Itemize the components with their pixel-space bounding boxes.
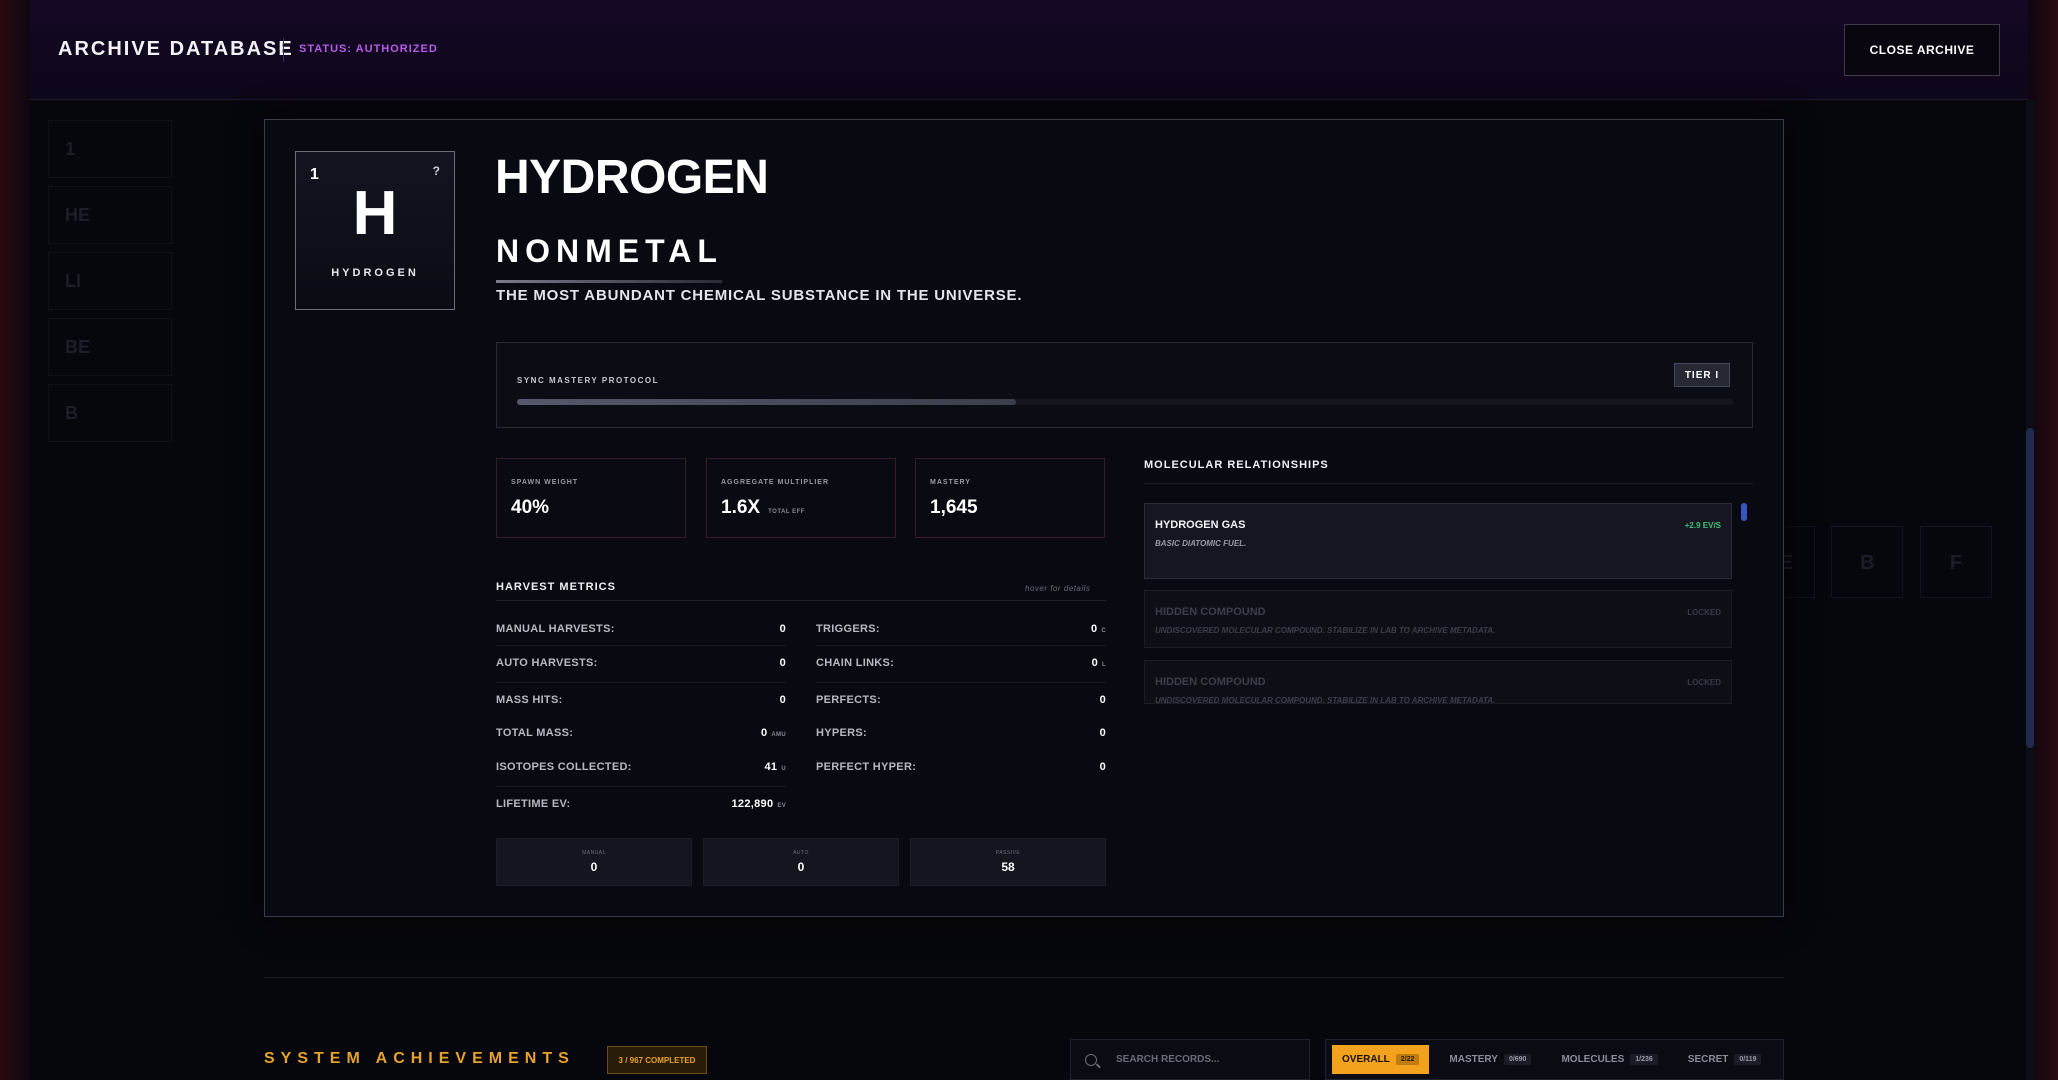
- stat-label: SPAWN WEIGHT: [511, 479, 579, 486]
- molecule-description: BASIC DIATOMIC FUEL.: [1155, 539, 1247, 548]
- background-cell: B: [1831, 526, 1904, 598]
- background-item: HE: [48, 186, 172, 244]
- sync-label: SYNC MASTERY PROTOCOL: [517, 376, 660, 385]
- metric-triggers[interactable]: TRIGGERS: 0 C: [816, 623, 1106, 643]
- tier-badge: TIER I: [1674, 363, 1730, 387]
- metric-mass-hits[interactable]: MASS HITS: 0: [496, 694, 786, 714]
- element-name: HYDROGEN: [495, 151, 769, 204]
- stat-value: 40%: [511, 497, 550, 518]
- mini-label: MANUAL: [582, 850, 606, 856]
- metric-divider: [496, 786, 786, 787]
- mini-value: 0: [590, 860, 598, 874]
- close-archive-button[interactable]: CLOSE ARCHIVE: [1844, 24, 2000, 76]
- molecule-name: HYDROGEN GAS: [1155, 519, 1246, 531]
- section-divider: [264, 977, 1784, 978]
- molecule-card-locked[interactable]: HIDDEN COMPOUND UNDISCOVERED MOLECULAR C…: [1144, 660, 1732, 704]
- harvest-breakdown-manual: MANUAL 0: [496, 838, 692, 886]
- stat-card-mastery: MASTERY 1,645: [915, 458, 1105, 538]
- sync-progress-bar: [517, 399, 1733, 405]
- achievements-title: SYSTEM ACHIEVEMENTS: [264, 1050, 575, 1067]
- achievements-completed-badge: 3 / 967 COMPLETED: [607, 1046, 707, 1074]
- background-element-list: 1 HE LI BE B: [48, 120, 172, 450]
- harvest-breakdown-auto: AUTO 0: [703, 838, 899, 886]
- background-item: BE: [48, 318, 172, 376]
- search-icon: [1085, 1054, 1097, 1066]
- tab-count: 2/22: [1395, 1054, 1420, 1065]
- element-symbol: H: [352, 179, 398, 248]
- molecule-card-hydrogen-gas[interactable]: HYDROGEN GAS BASIC DIATOMIC FUEL. +2.9 E…: [1144, 503, 1732, 579]
- metric-hypers[interactable]: HYPERS: 0: [816, 727, 1106, 747]
- section-divider: [496, 600, 1106, 601]
- harvest-breakdown-passive: PASSIVE 58: [910, 838, 1106, 886]
- stat-value: 1.6X TOTAL EFF: [721, 497, 805, 518]
- mini-value: 0: [797, 860, 805, 874]
- hover-hint: hover for details: [1025, 584, 1091, 593]
- metric-chain-links[interactable]: CHAIN LINKS: 0 L: [816, 657, 1106, 677]
- molecule-name: HIDDEN COMPOUND: [1155, 606, 1266, 618]
- stat-value: 1,645: [930, 497, 978, 518]
- achievement-tabs: OVERALL 2/22 MASTERY 0/690 MOLECULES 1/236 …: [1325, 1039, 1784, 1080]
- sync-progress-fill: [517, 399, 1016, 405]
- stat-card-spawn-weight: SPAWN WEIGHT 40%: [496, 458, 686, 538]
- search-records-box[interactable]: [1070, 1039, 1310, 1080]
- background-item: 1: [48, 120, 172, 178]
- stat-label: AGGREGATE MULTIPLIER: [721, 479, 830, 486]
- molecule-card-locked[interactable]: HIDDEN COMPOUND UNDISCOVERED MOLECULAR C…: [1144, 590, 1732, 648]
- stat-label: MASTERY: [930, 479, 971, 486]
- tab-count: 0/119: [1734, 1054, 1762, 1065]
- section-divider: [1144, 483, 1753, 484]
- metric-perfect-hyper[interactable]: PERFECT HYPER: 0: [816, 761, 1106, 781]
- app-title: ARCHIVE DATABASE: [58, 38, 294, 60]
- metric-divider: [496, 645, 786, 646]
- tab-mastery[interactable]: MASTERY 0/690: [1439, 1045, 1541, 1074]
- page-scrollbar-thumb[interactable]: [2026, 428, 2034, 748]
- metric-manual-harvests[interactable]: MANUAL HARVESTS: 0: [496, 623, 786, 643]
- molecular-relationships-title: MOLECULAR RELATIONSHIPS: [1144, 459, 1329, 471]
- element-detail-panel: 1 ? H HYDROGEN HYDROGEN NONMETAL THE MOS…: [264, 119, 1784, 917]
- info-badge: ?: [432, 164, 440, 178]
- background-cell: F: [1919, 526, 1992, 598]
- molecule-description: UNDISCOVERED MOLECULAR COMPOUND. STABILI…: [1155, 626, 1496, 635]
- molecule-description: UNDISCOVERED MOLECULAR COMPOUND. STABILI…: [1155, 696, 1496, 704]
- metric-divider: [816, 682, 1106, 683]
- tab-count: 0/690: [1503, 1054, 1532, 1065]
- metric-perfects[interactable]: PERFECTS: 0: [816, 694, 1106, 714]
- stat-card-aggregate-multiplier: AGGREGATE MULTIPLIER 1.6X TOTAL EFF: [706, 458, 896, 538]
- category-underline: [496, 280, 722, 283]
- molecule-rate: +2.9 EV/S: [1684, 521, 1721, 530]
- sync-mastery-panel: SYNC MASTERY PROTOCOL TIER I: [496, 342, 1753, 428]
- metric-lifetime-ev[interactable]: LIFETIME EV: 122,890 EV: [496, 798, 786, 818]
- mini-value: 58: [1001, 860, 1015, 874]
- metric-total-mass[interactable]: TOTAL MASS: 0 AMU: [496, 727, 786, 747]
- element-description: THE MOST ABUNDANT CHEMICAL SUBSTANCE IN …: [496, 287, 1023, 304]
- element-tile: 1 ? H HYDROGEN: [295, 151, 455, 310]
- header-bar: ARCHIVE DATABASE STATUS: AUTHORIZED CLOS…: [30, 0, 2028, 100]
- mini-label: AUTO: [793, 850, 809, 856]
- tab-overall[interactable]: OVERALL 2/22: [1332, 1045, 1430, 1074]
- tile-element-name: HYDROGEN: [331, 267, 419, 279]
- harvest-metrics-title: HARVEST METRICS: [496, 581, 616, 593]
- status-label: STATUS: AUTHORIZED: [299, 43, 438, 55]
- metric-isotopes-collected[interactable]: ISOTOPES COLLECTED: 41 U: [496, 761, 786, 781]
- tab-count: 1/236: [1630, 1054, 1658, 1065]
- metric-divider: [496, 682, 786, 683]
- background-item: B: [48, 384, 172, 442]
- metric-divider: [816, 645, 1106, 646]
- stat-unit: TOTAL EFF: [768, 509, 805, 515]
- locked-label: LOCKED: [1687, 678, 1721, 687]
- search-input[interactable]: [1116, 1040, 1301, 1079]
- left-edge-glow: [0, 0, 30, 1080]
- tab-secret[interactable]: SECRET 0/119: [1678, 1045, 1772, 1074]
- locked-label: LOCKED: [1687, 608, 1721, 617]
- background-item: LI: [48, 252, 172, 310]
- element-category: NONMETAL: [496, 233, 723, 269]
- metric-auto-harvests[interactable]: AUTO HARVESTS: 0: [496, 657, 786, 677]
- molecule-name: HIDDEN COMPOUND: [1155, 676, 1266, 688]
- molecule-list-scrollbar[interactable]: [1741, 503, 1747, 521]
- tab-molecules[interactable]: MOLECULES 1/236: [1551, 1045, 1667, 1074]
- title-divider: [283, 38, 284, 62]
- mini-label: PASSIVE: [995, 850, 1021, 856]
